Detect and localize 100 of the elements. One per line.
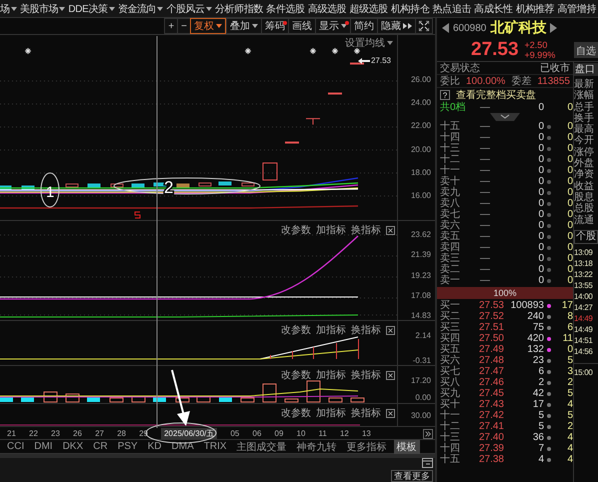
- tick-time: 14:49: [574, 324, 594, 335]
- menu-item[interactable]: 热点追击: [432, 2, 472, 16]
- left-arrow-icon: [358, 58, 370, 64]
- level-volume: 2: [537, 377, 544, 388]
- tick-time: 13:55: [574, 280, 594, 291]
- menu-item[interactable]: 场: [0, 2, 17, 16]
- ma-settings-dropdown[interactable]: 设置均线: [345, 36, 393, 50]
- quote-tab[interactable]: 盘口: [574, 63, 598, 76]
- ellipse-annotation: [146, 422, 216, 444]
- field-label: 涨停: [574, 146, 595, 158]
- indicator-tab[interactable]: TRIX: [200, 441, 230, 452]
- indicator-tab[interactable]: 神奇九转: [294, 440, 340, 454]
- toolbar-button[interactable]: 复权: [190, 18, 226, 34]
- volume-bar: [66, 394, 80, 402]
- axis-label: 16.00: [410, 190, 431, 200]
- level-price: 27.51: [478, 322, 504, 333]
- edit-parameters-link[interactable]: 改参数: [281, 406, 311, 420]
- indicator-tab[interactable]: CCI: [4, 441, 28, 452]
- level-label: 买五: [440, 344, 461, 355]
- level-volume: 0: [537, 132, 544, 143]
- indicator-tab[interactable]: PSY: [114, 441, 141, 452]
- indicator-tab[interactable]: CR: [90, 441, 111, 452]
- menu-item[interactable]: 资金流向: [118, 2, 164, 16]
- fullscreen-button[interactable]: [415, 18, 433, 34]
- menu-item[interactable]: 超级选股: [349, 2, 388, 16]
- edit-parameters-link[interactable]: 改参数: [281, 368, 311, 382]
- next-arrow-icon[interactable]: [550, 23, 558, 33]
- tick-time: 14:49: [574, 312, 594, 324]
- indicator-tab[interactable]: DMI: [31, 441, 56, 452]
- tick-time: 14:56: [574, 346, 594, 357]
- menu-item[interactable]: 条件选股: [266, 2, 305, 16]
- close-icon[interactable]: [386, 226, 395, 234]
- status-value: 已收市: [540, 62, 570, 75]
- level-price: —: [479, 253, 491, 264]
- add-indicator-link[interactable]: 加指标: [316, 406, 346, 420]
- ticks-tab[interactable]: 个股: [574, 230, 598, 244]
- axis-label: 17.20: [410, 376, 431, 385]
- volume-bar: [196, 396, 210, 402]
- ratio-percent: 100%: [492, 287, 518, 299]
- view-more-button[interactable]: 查看更多: [391, 470, 433, 482]
- add-indicator-link[interactable]: 加指标: [316, 323, 346, 337]
- switch-indicator-link[interactable]: 换指标: [351, 323, 381, 337]
- window-icon[interactable]: [422, 458, 433, 468]
- switch-indicator-link[interactable]: 换指标: [351, 406, 381, 420]
- watchlist-button[interactable]: 自选: [574, 42, 598, 58]
- menu-item[interactable]: 美股市场: [20, 2, 66, 16]
- collapse-icon[interactable]: [490, 113, 520, 121]
- full-depth-link[interactable]: 查看完整档买卖盘: [456, 88, 536, 102]
- add-indicator-link[interactable]: 加指标: [316, 368, 346, 382]
- cursor-date-label: 2025/06/30/五: [161, 428, 218, 438]
- close-icon[interactable]: [386, 370, 395, 380]
- axis-label: 17.08: [410, 290, 431, 300]
- price-change: +2.50: [524, 40, 548, 50]
- date-label: 23: [51, 428, 60, 438]
- close-icon[interactable]: [386, 408, 395, 418]
- indicator-tab[interactable]: 更多指标: [344, 440, 390, 454]
- candlestick: [88, 184, 100, 188]
- toolbar-button[interactable]: −: [177, 18, 190, 34]
- level-count: 4: [566, 454, 573, 465]
- caret-icon: [108, 6, 115, 10]
- menu-item[interactable]: 高成长性: [474, 2, 513, 16]
- menu-item[interactable]: 高级选股: [308, 2, 346, 16]
- edit-parameters-link[interactable]: 改参数: [281, 223, 311, 237]
- switch-indicator-link[interactable]: 换指标: [351, 223, 381, 237]
- level-price: —: [479, 165, 491, 176]
- date-label: 27: [95, 428, 104, 438]
- level-count: 4: [566, 443, 573, 454]
- level-price: —: [479, 198, 491, 209]
- close-icon[interactable]: [386, 326, 395, 334]
- toolbar-button[interactable]: 简约: [350, 18, 377, 34]
- toolbar-button[interactable]: +: [164, 18, 178, 34]
- switch-indicator-link[interactable]: 换指标: [351, 368, 381, 382]
- level-price: —: [479, 220, 491, 231]
- menu-item[interactable]: 机构推荐: [516, 2, 554, 16]
- menu-item[interactable]: 个股风云: [166, 2, 212, 16]
- indicator-tab[interactable]: 主图成交量: [234, 440, 290, 454]
- toolbar-button[interactable]: 画线: [288, 18, 315, 34]
- candlestick: [0, 186, 12, 190]
- toolbar-button[interactable]: 显示: [315, 18, 350, 34]
- menu-item[interactable]: DDE决策: [68, 2, 115, 16]
- help-button[interactable]: ?: [440, 90, 450, 100]
- edit-parameters-link[interactable]: 改参数: [281, 323, 311, 337]
- menu-item[interactable]: 分析师指数: [214, 2, 263, 16]
- axis-label: 2.14: [415, 331, 431, 340]
- toolbar-button[interactable]: 筹码: [261, 18, 288, 34]
- menu-item[interactable]: 机构持仓: [391, 2, 430, 16]
- field-label: 净资: [574, 169, 595, 181]
- previous-arrow-icon[interactable]: [442, 23, 449, 33]
- indicator-tab[interactable]: KD: [144, 441, 165, 452]
- toolbar-button[interactable]: 叠加: [226, 18, 261, 34]
- date-label: 13: [362, 428, 371, 438]
- menu-item[interactable]: 高管增持: [557, 2, 596, 16]
- order-dot: [547, 136, 551, 140]
- forward-icon[interactable]: [423, 429, 433, 439]
- indicator-tab[interactable]: DKX: [60, 441, 86, 452]
- level-volume: 0: [537, 187, 544, 198]
- level-price: 27.50: [478, 333, 504, 344]
- indicator-tab[interactable]: 模板: [394, 440, 420, 454]
- toolbar-button[interactable]: 隐藏: [377, 18, 415, 34]
- add-indicator-link[interactable]: 加指标: [316, 223, 346, 237]
